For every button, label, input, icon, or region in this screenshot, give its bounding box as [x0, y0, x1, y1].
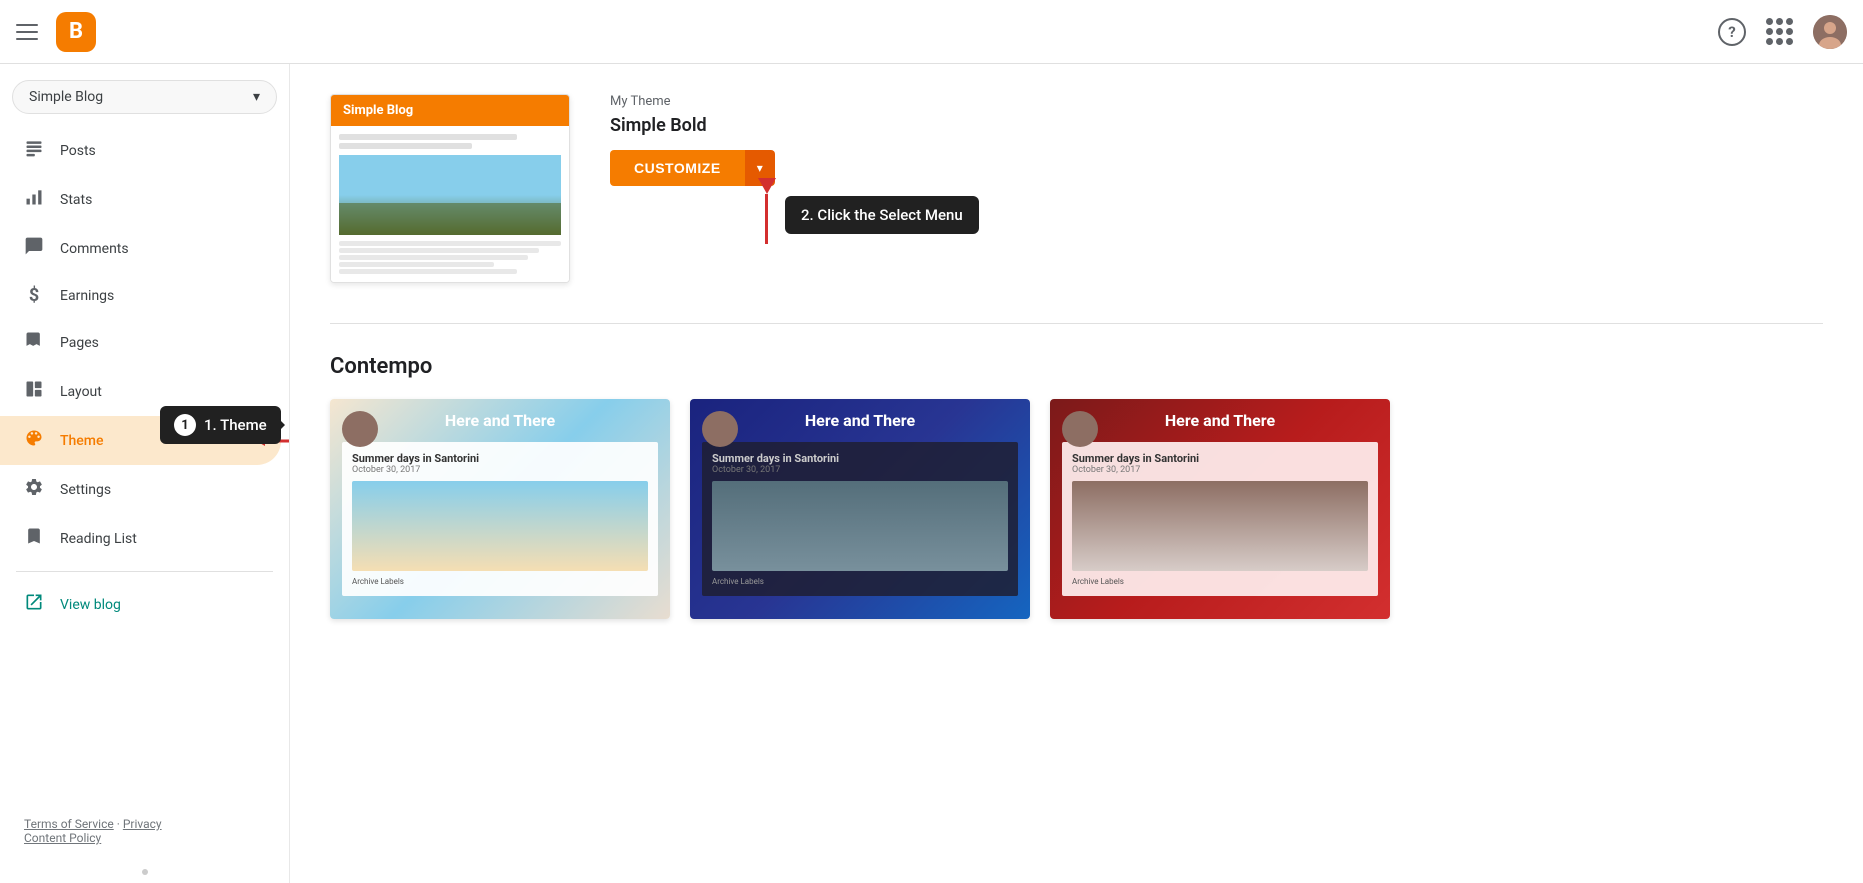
earnings-label: Earnings	[60, 288, 114, 304]
template-avatar-red	[1062, 411, 1098, 447]
theme-preview: Simple Blog	[330, 94, 570, 283]
posts-label: Posts	[60, 143, 96, 159]
template-card-dark[interactable]: Here and There Summer days in Santorini …	[690, 399, 1030, 619]
customize-button-group: CUSTOMIZE ▾	[610, 150, 775, 186]
sidebar-item-stats[interactable]: Stats	[0, 175, 281, 224]
menu-icon[interactable]	[16, 20, 40, 44]
sidebar-item-earnings[interactable]: $ Earnings	[0, 273, 281, 318]
sidebar-scroll-indicator	[0, 861, 289, 883]
sidebar-divider	[16, 571, 273, 572]
sidebar-item-posts[interactable]: Posts	[0, 126, 281, 175]
content-policy-link[interactable]: Content Policy	[24, 831, 101, 845]
view-blog-icon	[24, 592, 44, 617]
template-avatar-dark	[702, 411, 738, 447]
layout-icon	[24, 379, 44, 404]
sidebar-footer: Terms of Service · Privacy Content Polic…	[0, 801, 289, 861]
avatar[interactable]	[1813, 15, 1847, 49]
template-title-light: Here and There	[330, 411, 670, 430]
posts-icon	[24, 138, 44, 163]
template-preview-red: Here and There Summer days in Santorini …	[1050, 399, 1390, 619]
template-card-img-dark	[712, 481, 1008, 571]
sidebar-item-view-blog[interactable]: View blog	[0, 580, 281, 629]
preview-body	[331, 126, 569, 282]
blog-switcher-label: Simple Blog	[29, 89, 103, 105]
settings-icon	[24, 477, 44, 502]
reading-list-label: Reading List	[60, 531, 137, 547]
template-card-inner-dark: Summer days in Santorini October 30, 201…	[702, 442, 1018, 596]
view-blog-label: View blog	[60, 597, 121, 613]
template-preview-dark: Here and There Summer days in Santorini …	[690, 399, 1030, 619]
section-divider	[330, 323, 1823, 324]
customize-button-wrapper: CUSTOMIZE ▾ 2. Click the Select	[610, 150, 775, 206]
sidebar: Simple Blog ▾ Posts Stats Comments $ Ear…	[0, 64, 290, 883]
app-header: B ?	[0, 0, 1863, 64]
preview-image-area	[339, 155, 561, 235]
reading-list-icon	[24, 526, 44, 551]
sidebar-item-pages[interactable]: Pages	[0, 318, 281, 367]
sidebar-item-theme[interactable]: 1 1. Theme Theme	[0, 416, 281, 465]
template-preview-light: Here and There Summer days in Santorini …	[330, 399, 670, 619]
theme-label: Theme	[60, 433, 104, 449]
theme-info: My Theme Simple Bold CUSTOMIZE ▾	[610, 94, 1823, 206]
layout-label: Layout	[60, 384, 102, 400]
settings-label: Settings	[60, 482, 111, 498]
sidebar-item-comments[interactable]: Comments	[0, 224, 281, 273]
sidebar-item-settings[interactable]: Settings	[0, 465, 281, 514]
dropdown-arrow: ▾	[757, 161, 763, 175]
pages-icon	[24, 330, 44, 355]
contempo-label: Contempo	[330, 354, 1823, 379]
theme-icon	[24, 428, 44, 453]
blogger-logo: B	[56, 12, 96, 52]
comments-label: Comments	[60, 241, 129, 257]
theme-tooltip: 1 1. Theme	[160, 406, 281, 444]
terms-link[interactable]: Terms of Service	[24, 817, 114, 831]
sidebar-item-reading-list[interactable]: Reading List	[0, 514, 281, 563]
apps-icon[interactable]	[1766, 18, 1793, 45]
red-arrow-annotation	[765, 194, 768, 244]
stats-icon	[24, 187, 44, 212]
stats-label: Stats	[60, 192, 92, 208]
template-card-img-light	[352, 481, 648, 571]
my-theme-label: My Theme	[610, 94, 1823, 109]
main-layout: Simple Blog ▾ Posts Stats Comments $ Ear…	[0, 64, 1863, 883]
theme-section: Simple Blog	[330, 94, 1823, 283]
template-card-inner-red: Summer days in Santorini October 30, 201…	[1062, 442, 1378, 596]
theme-name: Simple Bold	[610, 115, 1823, 136]
template-avatar-light	[342, 411, 378, 447]
contempo-section: Contempo Here and There Summer days in S…	[330, 354, 1823, 619]
template-title-red: Here and There	[1050, 411, 1390, 430]
template-card-light[interactable]: Here and There Summer days in Santorini …	[330, 399, 670, 619]
chevron-down-icon: ▾	[253, 89, 260, 105]
template-card-img-red	[1072, 481, 1368, 571]
help-icon[interactable]: ?	[1718, 18, 1746, 46]
blog-switcher[interactable]: Simple Blog ▾	[12, 80, 277, 114]
template-title-dark: Here and There	[690, 411, 1030, 430]
customize-tooltip: 2. Click the Select Menu	[785, 196, 979, 234]
earnings-icon: $	[24, 285, 44, 306]
main-content: Simple Blog	[290, 64, 1863, 883]
customize-button[interactable]: CUSTOMIZE	[610, 150, 745, 186]
template-grid: Here and There Summer days in Santorini …	[330, 399, 1823, 619]
privacy-link[interactable]: Privacy	[123, 817, 162, 831]
template-card-red[interactable]: Here and There Summer days in Santorini …	[1050, 399, 1390, 619]
comments-icon	[24, 236, 44, 261]
pages-label: Pages	[60, 335, 99, 351]
template-card-inner-light: Summer days in Santorini October 30, 201…	[342, 442, 658, 596]
preview-header: Simple Blog	[331, 95, 569, 126]
